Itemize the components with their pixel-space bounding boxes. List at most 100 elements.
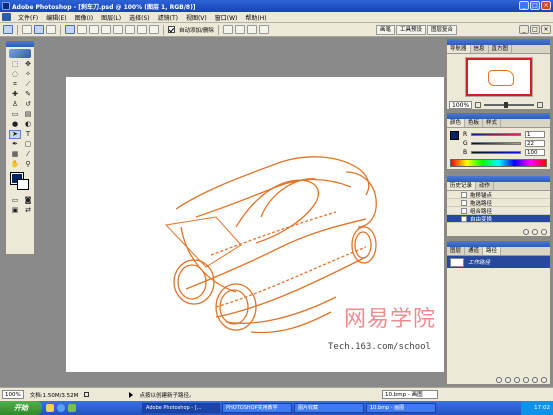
doc-minimize-button[interactable]: _	[519, 25, 529, 34]
zoom-out-icon[interactable]	[475, 102, 482, 108]
tab-info[interactable]: 信息	[471, 45, 489, 53]
intersect-path-icon[interactable]	[246, 25, 257, 34]
stroke-path-icon[interactable]	[505, 377, 511, 383]
standard-mode-icon[interactable]: ▭	[9, 196, 21, 205]
taskbar-item-tutorial[interactable]: PHOTOSHOP实用教学	[222, 403, 292, 413]
menu-window[interactable]: 窗口(W)	[211, 13, 242, 22]
status-menu-icon[interactable]	[84, 392, 90, 397]
pen-tool-preset-icon[interactable]	[3, 25, 13, 34]
new-path-icon[interactable]	[532, 377, 538, 383]
document-canvas[interactable]: 网易学院 Tech.163.com/school	[66, 77, 444, 372]
history-item[interactable]: 组合路径	[447, 207, 550, 215]
blue-value-input[interactable]: 100	[525, 149, 545, 156]
view-box[interactable]	[466, 58, 532, 96]
rounded-rectangle-icon[interactable]	[101, 25, 111, 34]
marquee-icon[interactable]: ⬚	[9, 60, 21, 69]
tab-history[interactable]: 历史记录	[447, 182, 477, 190]
quick-launch-icon[interactable]	[46, 404, 54, 412]
fill-path-icon[interactable]	[496, 377, 502, 383]
maximize-button[interactable]: □	[530, 1, 540, 10]
path-row[interactable]: 工作路径	[447, 256, 550, 268]
status-right-box[interactable]: 10.bmp - 画图	[382, 390, 438, 399]
red-value-input[interactable]: 1	[525, 131, 545, 138]
load-selection-icon[interactable]	[514, 377, 520, 383]
new-snapshot-icon[interactable]	[532, 229, 538, 235]
clock[interactable]: 17:02	[534, 405, 550, 411]
screen-mode-icon[interactable]: ▣	[9, 206, 21, 215]
eraser-icon[interactable]: ▭	[9, 110, 21, 119]
shape-icon[interactable]: ▢	[22, 140, 34, 149]
green-value-input[interactable]: 22	[525, 140, 545, 147]
delete-path-icon[interactable]	[541, 377, 547, 383]
menu-edit[interactable]: 编辑(E)	[42, 13, 70, 22]
media-icon[interactable]	[68, 404, 76, 412]
well-tab-layer-comps[interactable]: 图层复合	[426, 25, 457, 35]
color-ramp[interactable]	[450, 159, 547, 167]
brush-icon[interactable]: ✎	[22, 90, 34, 99]
menu-select[interactable]: 选择(S)	[125, 13, 154, 22]
auto-add-delete-checkbox[interactable]	[168, 26, 175, 33]
history-brush-icon[interactable]: ↺	[22, 100, 34, 109]
doc-restore-button[interactable]: □	[530, 25, 540, 34]
clone-stamp-icon[interactable]: ♙	[9, 100, 21, 109]
zoom-field[interactable]: 100%	[2, 390, 24, 399]
menu-filter[interactable]: 滤镜(T)	[154, 13, 182, 22]
start-button[interactable]: 开始	[0, 401, 42, 415]
menu-layer[interactable]: 图层(L)	[97, 13, 125, 22]
taskbar-item-pictures[interactable]: 图片收藏	[294, 403, 364, 413]
new-document-icon[interactable]	[523, 229, 529, 235]
pen-tool-icon[interactable]: ✒	[9, 140, 21, 149]
tab-paths[interactable]: 路径	[483, 247, 502, 255]
zoom-slider[interactable]	[484, 102, 535, 108]
menu-help[interactable]: 帮助(H)	[241, 13, 270, 22]
red-slider[interactable]	[471, 133, 521, 136]
palette-title-bar[interactable]	[6, 41, 34, 47]
menu-image[interactable]: 图像(I)	[71, 13, 97, 22]
taskbar-item-paint[interactable]: 10.bmp - 画图	[366, 403, 436, 413]
tab-channels[interactable]: 通道	[465, 247, 484, 255]
blur-icon[interactable]: ●	[9, 120, 21, 129]
notes-icon[interactable]: ▦	[9, 150, 21, 159]
slice-icon[interactable]: ⟋	[22, 80, 34, 89]
crop-icon[interactable]: ⌗	[9, 80, 21, 89]
gradient-icon[interactable]: ▤	[22, 110, 34, 119]
history-item[interactable]: 拖选路径	[447, 199, 550, 207]
rectangle-icon[interactable]	[89, 25, 99, 34]
zoom-in-icon[interactable]	[537, 102, 544, 108]
add-to-path-icon[interactable]	[222, 25, 233, 34]
history-item[interactable]: 拖移锚点	[447, 191, 550, 199]
hand-icon[interactable]: ✋	[9, 160, 21, 169]
line-icon[interactable]	[137, 25, 147, 34]
pen-icon[interactable]	[65, 25, 75, 34]
move-icon[interactable]: ✥	[22, 60, 34, 69]
zoom-icon[interactable]: ⚲	[22, 160, 34, 169]
dodge-icon[interactable]: ◐	[22, 120, 34, 129]
quick-mask-icon[interactable]: ◙	[22, 196, 34, 205]
tab-layers[interactable]: 图层	[447, 247, 466, 255]
browser-icon[interactable]	[57, 404, 65, 412]
well-tab-tool-presets[interactable]: 工具预设	[395, 25, 426, 35]
doc-close-button[interactable]: ×	[541, 25, 551, 34]
menu-view[interactable]: 视图(V)	[182, 13, 211, 22]
ellipse-icon[interactable]	[113, 25, 123, 34]
jump-to-imageready-icon[interactable]: ⇄	[22, 206, 34, 215]
blue-slider[interactable]	[471, 151, 521, 154]
healing-brush-icon[interactable]: ✚	[9, 90, 21, 99]
eyedropper-icon[interactable]: ⁄	[22, 150, 34, 159]
freeform-pen-icon[interactable]	[77, 25, 87, 34]
navigator-zoom-field[interactable]: 100%	[449, 101, 473, 109]
tab-swatches[interactable]: 色板	[465, 119, 484, 127]
trash-icon[interactable]	[541, 229, 547, 235]
magic-wand-icon[interactable]: ✧	[22, 70, 34, 79]
tab-navigator[interactable]: 导航器	[447, 45, 471, 53]
tab-histogram[interactable]: 直方图	[489, 45, 513, 53]
type-icon[interactable]: T	[22, 130, 34, 139]
doc-size[interactable]: 文档:1.50M/3.52M	[30, 391, 79, 399]
subtract-path-icon[interactable]	[234, 25, 245, 34]
close-button[interactable]: ×	[541, 1, 551, 10]
shape-layers-icon[interactable]	[22, 25, 32, 34]
polygon-icon[interactable]	[125, 25, 135, 34]
tab-styles[interactable]: 样式	[483, 119, 502, 127]
tab-color[interactable]: 颜色	[447, 119, 466, 127]
exclude-path-icon[interactable]	[258, 25, 269, 34]
